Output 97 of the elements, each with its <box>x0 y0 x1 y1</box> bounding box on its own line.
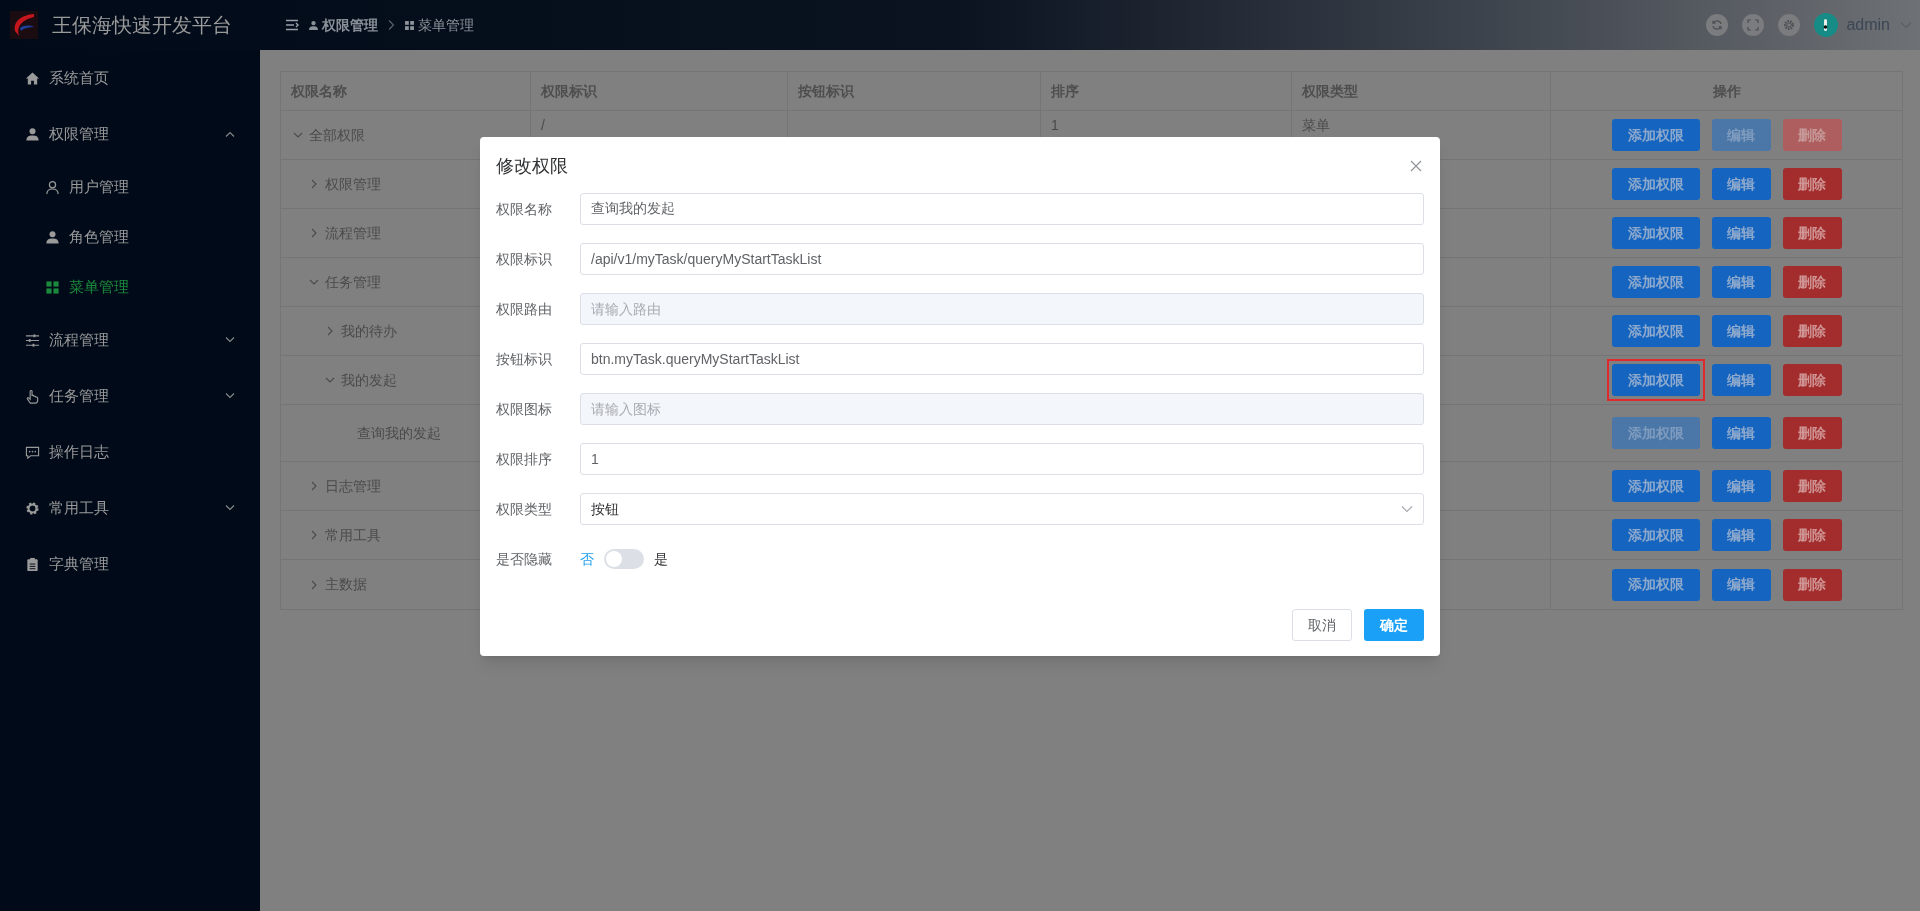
settings-button[interactable] <box>1778 14 1801 36</box>
switch-label: 否 <box>580 549 594 569</box>
switch-label: 是 <box>654 549 668 569</box>
home-icon <box>25 70 40 86</box>
edit-button[interactable]: 编辑 <box>1711 217 1771 249</box>
settings-icon <box>1783 19 1796 31</box>
user-icon <box>45 229 60 245</box>
edit-button[interactable]: 编辑 <box>1711 315 1771 347</box>
select-field[interactable]: 按钮 <box>580 493 1424 525</box>
edit-button[interactable]: 编辑 <box>1711 568 1771 601</box>
grid-icon <box>404 19 415 31</box>
chevron-right-icon[interactable] <box>309 228 319 238</box>
field-label: 按钮标识 <box>496 349 553 369</box>
chat-icon <box>25 444 40 460</box>
field-label: 权限类型 <box>496 499 553 519</box>
fullscreen-button[interactable] <box>1742 14 1765 36</box>
table-cell: / <box>541 117 545 133</box>
chevron-down-icon[interactable] <box>293 130 303 140</box>
input-field[interactable]: 查询我的发起 <box>580 193 1424 225</box>
input-field[interactable]: /api/v1/myTask/queryMyStartTaskList <box>580 243 1424 275</box>
edit-button[interactable]: 编辑 <box>1711 417 1771 449</box>
add-permission-button[interactable]: 添加权限 <box>1611 119 1700 151</box>
breadcrumb-link[interactable]: 菜单管理 <box>404 14 474 36</box>
chevron-down-icon[interactable] <box>309 277 319 287</box>
add-permission-button[interactable]: 添加权限 <box>1611 315 1700 347</box>
logo-icon <box>10 11 38 39</box>
delete-button[interactable]: 删除 <box>1782 568 1842 601</box>
sliders-icon <box>25 332 40 348</box>
sidebar-item[interactable]: 操作日志 <box>0 424 260 480</box>
refresh-button[interactable] <box>1706 14 1729 36</box>
sidebar-item[interactable]: 用户管理 <box>0 162 260 212</box>
chevron-right-icon[interactable] <box>309 481 319 491</box>
breadcrumb-link[interactable]: 权限管理 <box>308 14 378 36</box>
edit-button[interactable]: 编辑 <box>1711 266 1771 298</box>
refresh-icon <box>1711 19 1724 31</box>
app-title: 王保海快速开发平台 <box>52 13 233 38</box>
delete-button[interactable]: 删除 <box>1782 217 1842 249</box>
sidebar-item[interactable]: 系统首页 <box>0 50 260 106</box>
edit-button[interactable]: 编辑 <box>1711 470 1771 502</box>
cancel-button[interactable]: 取消 <box>1292 609 1352 641</box>
toggle-switch[interactable] <box>604 549 644 569</box>
delete-button[interactable]: 删除 <box>1782 417 1842 449</box>
sidebar-item[interactable]: 任务管理 <box>0 368 260 424</box>
fullscreen-icon <box>1747 19 1760 31</box>
add-permission-button[interactable]: 添加权限 <box>1611 470 1700 502</box>
field-label: 是否隐藏 <box>496 549 553 569</box>
delete-button[interactable]: 删除 <box>1782 168 1842 200</box>
chevron-down-icon <box>225 505 235 511</box>
add-permission-button[interactable]: 添加权限 <box>1611 519 1700 551</box>
edit-button[interactable]: 编辑 <box>1711 168 1771 200</box>
field-label: 权限标识 <box>496 249 553 269</box>
delete-button[interactable]: 删除 <box>1782 519 1842 551</box>
chevron-down-icon <box>1401 505 1413 513</box>
field-label: 权限路由 <box>496 299 553 319</box>
input-field[interactable]: 1 <box>580 443 1424 475</box>
chevron-right-icon[interactable] <box>309 579 319 590</box>
sidebar-item[interactable]: 流程管理 <box>0 312 260 368</box>
add-permission-button[interactable]: 添加权限 <box>1611 364 1700 396</box>
sidebar-item[interactable]: 角色管理 <box>0 212 260 262</box>
user-icon <box>308 19 319 31</box>
menu-fold-icon[interactable] <box>285 18 299 32</box>
chevron-right-icon[interactable] <box>325 326 335 336</box>
add-permission-button[interactable]: 添加权限 <box>1611 266 1700 298</box>
confirm-button[interactable]: 确定 <box>1364 609 1424 641</box>
gear-icon <box>25 500 40 516</box>
chevron-down-icon <box>225 337 235 343</box>
field-label: 权限排序 <box>496 449 553 469</box>
edit-button[interactable]: 编辑 <box>1711 364 1771 396</box>
chevron-right-icon <box>386 19 396 31</box>
delete-button[interactable]: 删除 <box>1782 315 1842 347</box>
field-label: 权限名称 <box>496 199 553 219</box>
input-field[interactable]: btn.myTask.queryMyStartTaskList <box>580 343 1424 375</box>
field-label: 权限图标 <box>496 399 553 419</box>
edit-button[interactable]: 编辑 <box>1711 519 1771 551</box>
chevron-down-icon <box>225 393 235 399</box>
delete-button[interactable]: 删除 <box>1782 470 1842 502</box>
add-permission-button[interactable]: 添加权限 <box>1611 217 1700 249</box>
chevron-right-icon[interactable] <box>309 179 319 189</box>
sidebar-item[interactable]: 字典管理 <box>0 536 260 592</box>
dialog-title: 修改权限 <box>496 154 569 178</box>
sidebar-item[interactable]: 菜单管理 <box>0 262 260 312</box>
clipboard-icon <box>25 556 40 572</box>
sidebar-item[interactable]: 权限管理 <box>0 106 260 162</box>
chevron-right-icon[interactable] <box>309 530 319 540</box>
user-icon <box>25 126 40 142</box>
delete-button[interactable]: 删除 <box>1782 266 1842 298</box>
close-icon[interactable] <box>1410 160 1422 172</box>
chevron-up-icon <box>225 131 235 137</box>
delete-button[interactable]: 删除 <box>1782 364 1842 396</box>
hand-icon <box>25 388 40 404</box>
chevron-down-icon[interactable] <box>325 375 335 385</box>
sidebar-item[interactable]: 常用工具 <box>0 480 260 536</box>
add-permission-button[interactable]: 添加权限 <box>1611 568 1700 601</box>
user-icon <box>45 179 60 195</box>
avatar <box>1814 13 1839 37</box>
grid-icon <box>45 279 60 295</box>
add-permission-button[interactable]: 添加权限 <box>1611 168 1700 200</box>
